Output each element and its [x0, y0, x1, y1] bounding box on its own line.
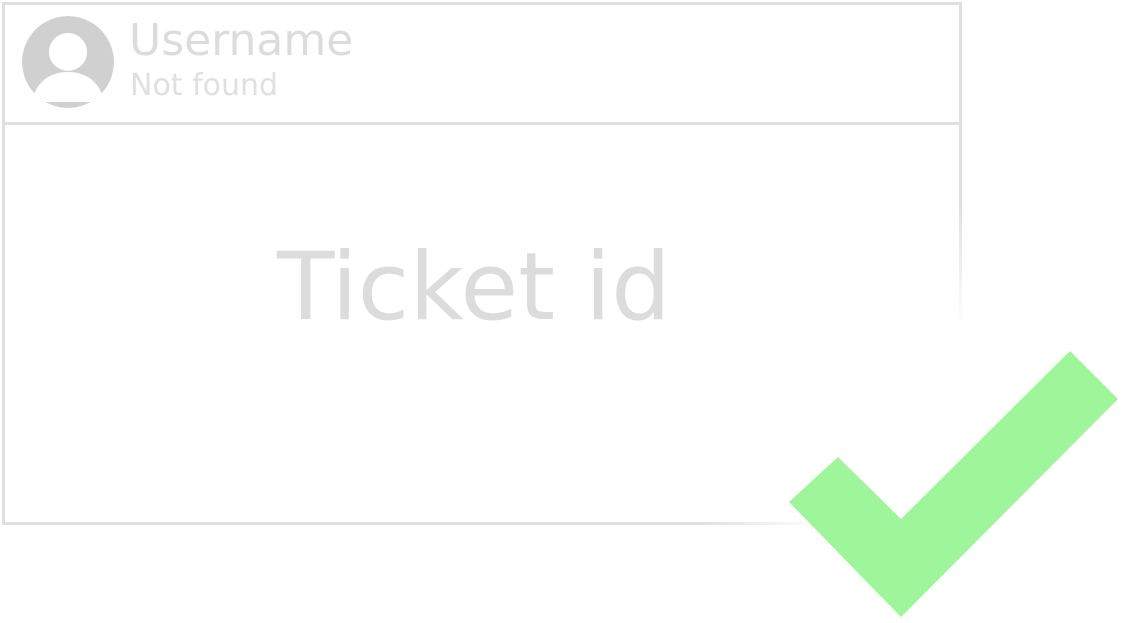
user-avatar-icon — [22, 16, 114, 108]
checkmark-icon — [780, 345, 1122, 623]
card-header: Username Not found — [5, 5, 959, 125]
ticket-id-label: Ticket id — [277, 233, 671, 342]
user-status-text: Not found — [130, 68, 279, 103]
username-label: Username — [129, 15, 354, 66]
